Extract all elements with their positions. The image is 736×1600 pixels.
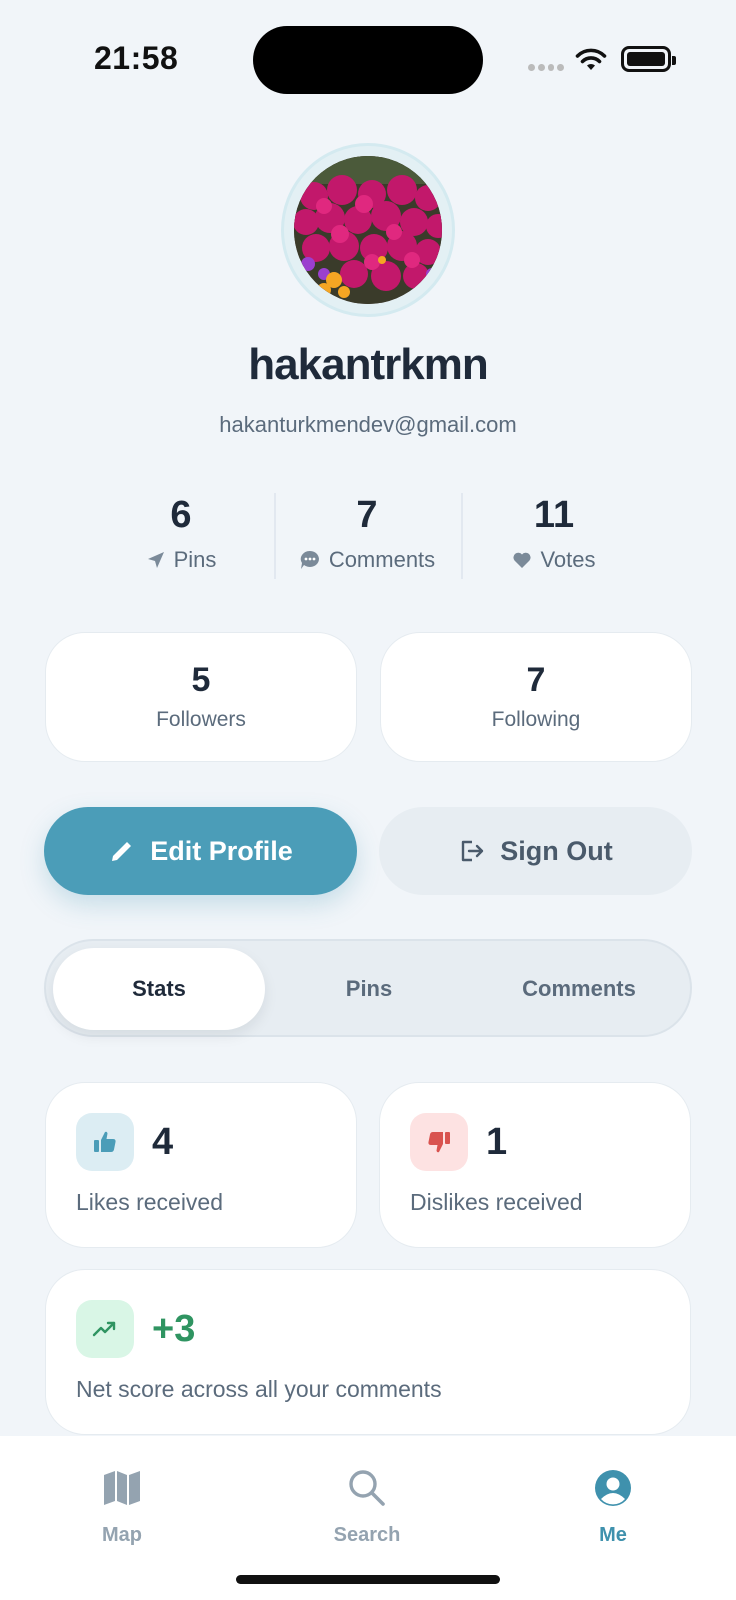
map-icon bbox=[104, 1471, 140, 1505]
summary-comments: 7 Comments bbox=[274, 493, 460, 573]
battery-icon bbox=[621, 46, 676, 72]
summary-pins-label: Pins bbox=[173, 547, 217, 572]
likes-card: 4 Likes received bbox=[45, 1082, 357, 1248]
summary-votes-value: 11 bbox=[533, 494, 575, 536]
avatar bbox=[294, 156, 442, 304]
edit-profile-button[interactable]: Edit Profile bbox=[44, 807, 357, 895]
avatar-flowers-image bbox=[294, 156, 442, 304]
sign-out-icon bbox=[462, 840, 484, 862]
tab-pins[interactable]: Pins bbox=[263, 948, 475, 1030]
net-score-label: Net score across all your comments bbox=[76, 1376, 442, 1402]
status-bar: 21:58 bbox=[0, 0, 736, 120]
search-icon bbox=[349, 1470, 385, 1506]
home-indicator bbox=[236, 1575, 500, 1584]
status-time: 21:58 bbox=[94, 40, 179, 76]
following-card[interactable]: 7 Following bbox=[380, 632, 692, 762]
summary-comments-value: 7 bbox=[356, 494, 378, 536]
tab-comments[interactable]: Comments bbox=[473, 948, 685, 1030]
net-score-value: +3 bbox=[152, 1308, 196, 1350]
nav-search-label: Search bbox=[333, 1524, 401, 1546]
following-count: 7 bbox=[526, 661, 546, 699]
edit-profile-label: Edit Profile bbox=[150, 835, 293, 866]
pencil-icon bbox=[112, 842, 132, 861]
nav-search[interactable]: Search bbox=[297, 1466, 437, 1547]
thumbs-up-icon bbox=[76, 1113, 134, 1171]
nav-me-label: Me bbox=[599, 1524, 627, 1546]
summary-votes: 11 Votes bbox=[461, 493, 647, 573]
followers-label: Followers bbox=[156, 708, 246, 731]
profile-username: hakantrkmn bbox=[248, 340, 488, 389]
profile-email: hakanturkmendev@gmail.com bbox=[219, 412, 517, 437]
sign-out-button[interactable]: Sign Out bbox=[379, 807, 692, 895]
thumbs-down-icon bbox=[410, 1113, 468, 1171]
trending-up-icon bbox=[76, 1300, 134, 1358]
dislikes-count: 1 bbox=[486, 1121, 508, 1163]
location-arrow-icon bbox=[147, 552, 164, 568]
chat-bubble-icon bbox=[300, 550, 319, 569]
likes-label: Likes received bbox=[76, 1189, 224, 1215]
sign-out-label: Sign Out bbox=[500, 835, 613, 866]
wifi-icon bbox=[575, 48, 607, 70]
net-score-card: +3 Net score across all your comments bbox=[45, 1269, 691, 1435]
cellular-signal-icon bbox=[528, 64, 564, 72]
summary-votes-label: Votes bbox=[540, 547, 596, 572]
heart-icon bbox=[513, 552, 532, 568]
likes-count: 4 bbox=[152, 1121, 174, 1163]
followers-card[interactable]: 5 Followers bbox=[45, 632, 357, 762]
dislikes-card: 1 Dislikes received bbox=[379, 1082, 691, 1248]
nav-map-label: Map bbox=[102, 1524, 142, 1546]
tab-stats[interactable]: Stats bbox=[53, 948, 265, 1030]
following-label: Following bbox=[491, 708, 581, 731]
nav-me[interactable]: Me bbox=[543, 1466, 683, 1547]
nav-map[interactable]: Map bbox=[52, 1466, 192, 1547]
followers-count: 5 bbox=[191, 661, 211, 699]
summary-pins-value: 6 bbox=[170, 494, 192, 536]
avatar-ring[interactable] bbox=[281, 143, 455, 317]
summary-comments-label: Comments bbox=[328, 547, 436, 572]
profile-icon bbox=[595, 1470, 631, 1506]
profile-summary: 6 Pins 7 Comments 11 Votes bbox=[0, 493, 736, 579]
dislikes-label: Dislikes received bbox=[410, 1189, 583, 1215]
dynamic-island bbox=[253, 26, 483, 94]
summary-pins: 6 Pins bbox=[88, 493, 274, 573]
profile-tabs: Stats Pins Comments bbox=[44, 939, 692, 1037]
